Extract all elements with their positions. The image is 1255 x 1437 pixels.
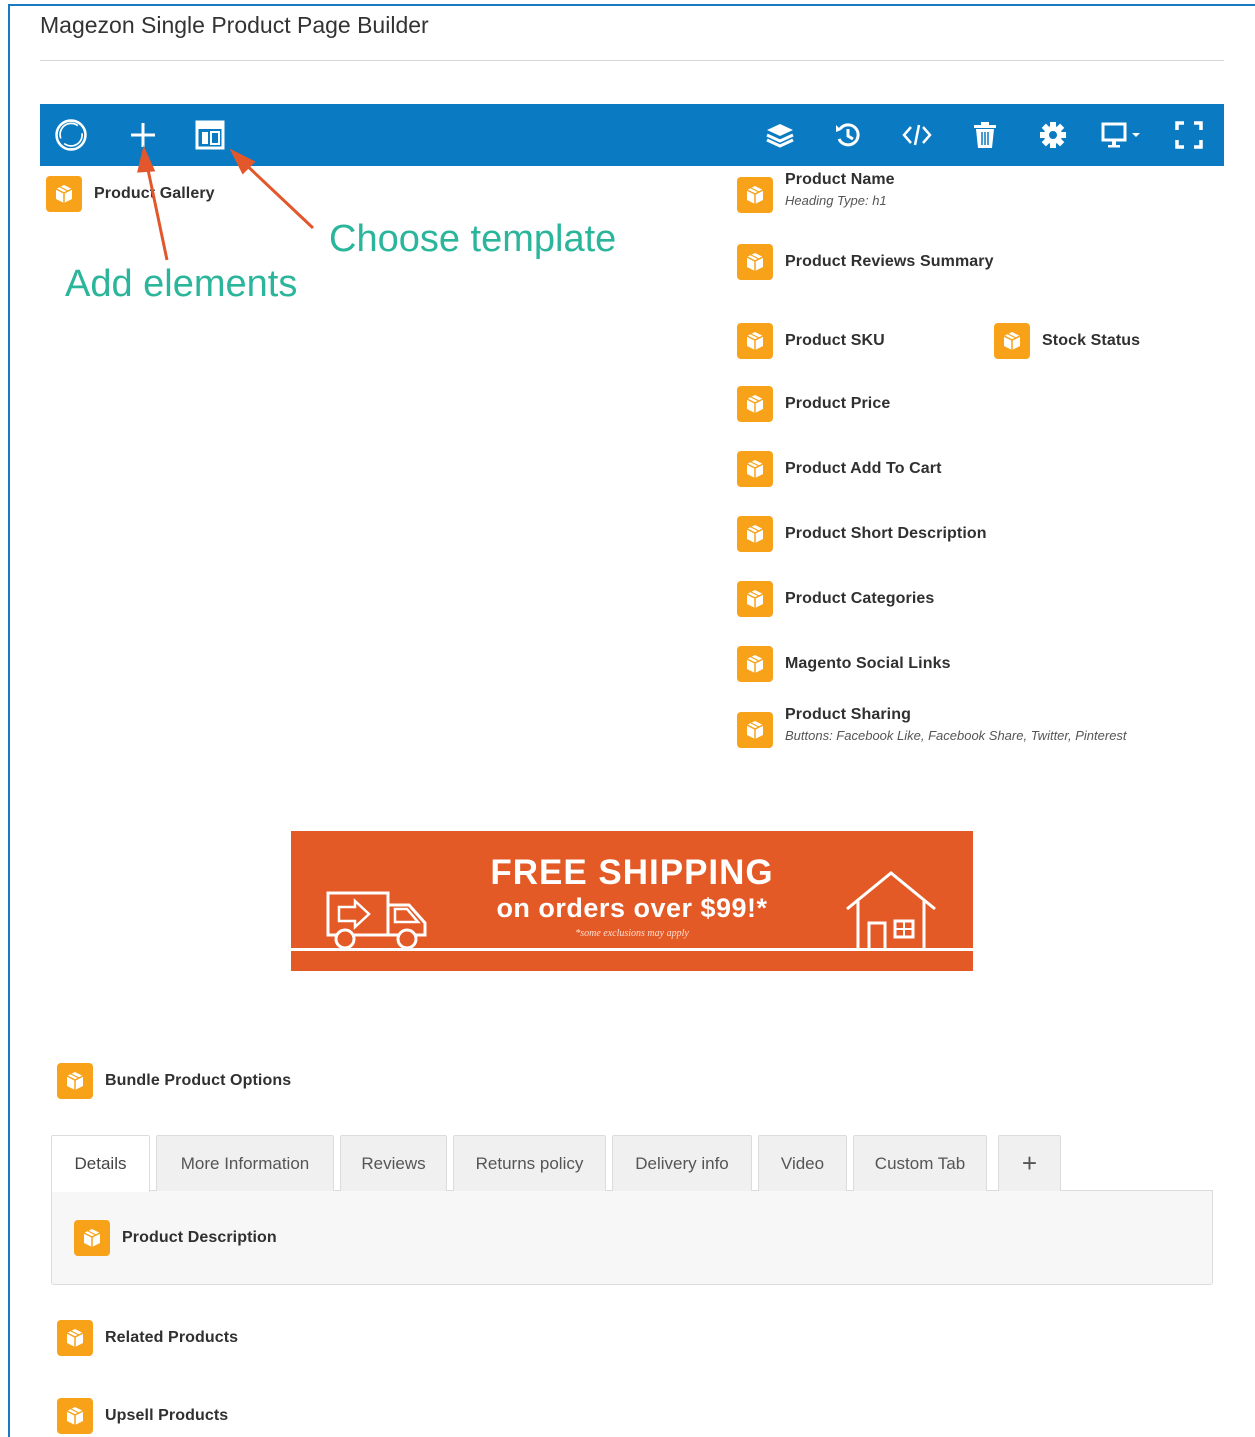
element-product-price[interactable]: Product Price <box>737 386 890 422</box>
tab-delivery-info[interactable]: Delivery info <box>612 1135 752 1191</box>
banner-note: *some exclusions may apply <box>575 928 689 939</box>
element-label: Product Price <box>785 395 891 412</box>
cube-icon <box>57 1063 93 1099</box>
tab-returns-policy[interactable]: Returns policy <box>453 1135 606 1191</box>
element-label: Product Add To Cart <box>785 460 942 477</box>
element-label: Product Categories <box>785 590 935 607</box>
cube-icon <box>737 323 773 359</box>
element-product-categories[interactable]: Product Categories <box>737 581 934 617</box>
element-label: Related Products <box>105 1329 239 1346</box>
element-magento-social-links[interactable]: Magento Social Links <box>737 646 951 682</box>
element-product-sharing[interactable]: Product Sharing Buttons: Facebook Like, … <box>737 706 1127 748</box>
tab-custom-tab[interactable]: Custom Tab <box>853 1135 987 1191</box>
banner-subline: on orders over $99!* <box>496 893 768 923</box>
cube-icon <box>74 1220 110 1256</box>
element-product-description[interactable]: Product Description <box>74 1220 277 1256</box>
tab-video[interactable]: Video <box>758 1135 847 1191</box>
element-product-sku[interactable]: Product SKU <box>737 323 885 359</box>
element-sublabel: Buttons: Facebook Like, Facebook Share, … <box>785 728 1127 743</box>
add-tab-button[interactable]: + <box>998 1135 1061 1191</box>
annotation-add-elements: Add elements <box>65 263 298 305</box>
cube-icon <box>737 646 773 682</box>
element-label: Magento Social Links <box>785 655 951 672</box>
cube-icon <box>737 581 773 617</box>
element-label: Product Short Description <box>785 525 987 542</box>
element-product-short-description[interactable]: Product Short Description <box>737 516 987 552</box>
element-label: Stock Status <box>1042 332 1141 349</box>
element-bundle-product-options[interactable]: Bundle Product Options <box>57 1063 291 1099</box>
element-stock-status[interactable]: Stock Status <box>994 323 1140 359</box>
element-product-add-to-cart[interactable]: Product Add To Cart <box>737 451 942 487</box>
tab-panel-details: Product Description <box>51 1190 1213 1285</box>
element-related-products[interactable]: Related Products <box>57 1320 238 1356</box>
banner-headline: FREE SHIPPING <box>490 853 774 892</box>
element-label: Product Sharing <box>785 706 911 723</box>
free-shipping-banner: FREE SHIPPING on orders over $99!* *some… <box>291 831 973 971</box>
element-label: Product SKU <box>785 332 885 349</box>
element-label: Product Description <box>122 1229 277 1246</box>
cube-icon <box>994 323 1030 359</box>
tab-more-information[interactable]: More Information <box>156 1135 334 1191</box>
banner-rule <box>291 948 973 951</box>
cube-icon <box>737 712 773 748</box>
cube-icon <box>57 1398 93 1434</box>
tab-details[interactable]: Details <box>51 1135 150 1192</box>
cube-icon <box>737 451 773 487</box>
element-label: Upsell Products <box>105 1407 229 1424</box>
cube-icon <box>57 1320 93 1356</box>
cube-icon <box>737 386 773 422</box>
tab-reviews[interactable]: Reviews <box>340 1135 447 1191</box>
element-label: Bundle Product Options <box>105 1072 292 1089</box>
element-upsell-products[interactable]: Upsell Products <box>57 1398 228 1434</box>
annotation-choose-template: Choose template <box>329 218 617 260</box>
cube-icon <box>737 516 773 552</box>
